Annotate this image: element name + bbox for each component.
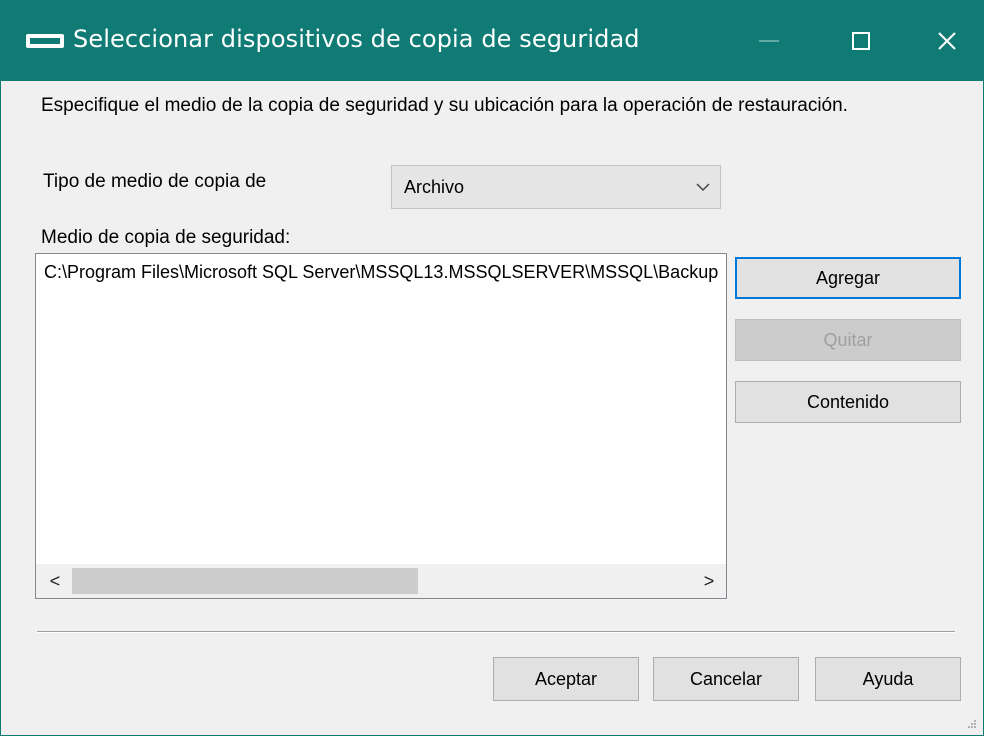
window-title: Seleccionar dispositivos de copia de seg… <box>73 25 640 53</box>
minimize-icon <box>759 40 779 42</box>
add-button[interactable]: Agregar <box>735 257 961 299</box>
maximize-icon <box>852 32 870 50</box>
title-bar[interactable]: Seleccionar dispositivos de copia de seg… <box>1 1 983 81</box>
divider <box>37 631 955 633</box>
chevron-down-icon <box>696 183 710 192</box>
contents-button[interactable]: Contenido <box>735 381 961 423</box>
media-type-select[interactable]: Archivo <box>391 165 721 209</box>
maximize-button[interactable] <box>815 1 907 81</box>
close-icon <box>938 32 956 50</box>
media-type-value: Archivo <box>404 177 465 197</box>
media-list-label: Medio de copia de seguridad: <box>41 227 291 248</box>
scrollbar-thumb[interactable] <box>72 568 418 594</box>
ok-button[interactable]: Aceptar <box>493 657 639 701</box>
scroll-right-button[interactable]: > <box>692 564 726 598</box>
help-button[interactable]: Ayuda <box>815 657 961 701</box>
description-text: Especifique el medio de la copia de segu… <box>41 95 848 116</box>
media-listbox[interactable]: C:\Program Files\Microsoft SQL Server\MS… <box>35 253 727 599</box>
minimize-button[interactable] <box>723 1 815 81</box>
media-type-label: Tipo de medio de copia de <box>43 171 267 192</box>
close-button[interactable] <box>901 1 984 81</box>
resize-grip-icon[interactable] <box>967 719 977 729</box>
horizontal-scrollbar[interactable]: < > <box>36 564 726 598</box>
list-item[interactable]: C:\Program Files\Microsoft SQL Server\MS… <box>44 262 722 283</box>
cancel-button[interactable]: Cancelar <box>653 657 799 701</box>
dialog-window: Seleccionar dispositivos de copia de seg… <box>0 0 984 736</box>
scroll-left-button[interactable]: < <box>38 564 72 598</box>
remove-button[interactable]: Quitar <box>735 319 961 361</box>
tape-drive-icon <box>26 34 64 48</box>
